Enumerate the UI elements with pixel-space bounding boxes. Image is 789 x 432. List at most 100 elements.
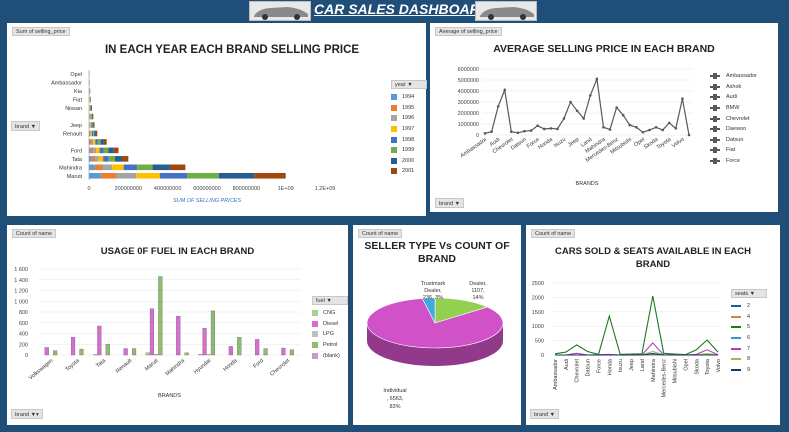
x-tick-label: Isuzu xyxy=(553,137,567,149)
legend-item[interactable]: 6 xyxy=(731,333,767,344)
y-tick-label: Ford xyxy=(71,148,82,154)
car-image-right xyxy=(475,1,537,21)
legend-label: 7 xyxy=(747,345,751,352)
x-tick-label: 800000000 xyxy=(233,186,261,192)
data-point xyxy=(635,126,638,129)
bar-segment xyxy=(254,172,286,179)
legend-item[interactable]: Ashok xyxy=(710,82,757,93)
legend-item[interactable]: 1994 xyxy=(391,92,427,103)
data-point xyxy=(542,127,546,131)
y-tick-label: Renault xyxy=(63,131,82,137)
legend-item[interactable]: 2000 xyxy=(391,156,427,167)
bar-segment xyxy=(89,172,101,179)
legend-swatch xyxy=(391,136,397,143)
y-tick-label: Opel xyxy=(70,72,82,78)
bar-segment xyxy=(91,113,93,120)
legend-item[interactable]: 7 xyxy=(731,343,767,354)
y-tick-label: 1 600 xyxy=(14,267,28,273)
legend-item[interactable]: Daewoo xyxy=(710,124,757,135)
column-bar xyxy=(237,337,242,356)
column-bar xyxy=(145,352,150,356)
legend-swatch xyxy=(731,368,741,371)
x-tick-label: Honda xyxy=(607,358,613,375)
legend-swatch xyxy=(391,115,397,122)
legend-label: 2001 xyxy=(402,168,415,175)
pie-data-label: Trustmark xyxy=(421,281,446,287)
bar-segment xyxy=(90,122,91,128)
y-tick-label: 1000 xyxy=(532,324,544,330)
y-tick-label: 2000000 xyxy=(458,111,479,117)
y-tick-label: 1000000 xyxy=(458,122,479,128)
data-point xyxy=(562,117,566,120)
series-line xyxy=(484,76,690,136)
legend-item[interactable]: 1997 xyxy=(391,124,427,135)
legend-item[interactable]: LPG xyxy=(312,329,348,340)
legend-item[interactable]: CNG xyxy=(312,308,348,319)
legend-swatch xyxy=(731,305,741,308)
legend-header[interactable]: fuel ▼ xyxy=(312,296,348,305)
legend-swatch xyxy=(312,352,318,359)
legend-item[interactable]: Datsun xyxy=(710,135,757,146)
legend-item[interactable]: 1998 xyxy=(391,134,427,145)
legend-item[interactable]: Ambassador xyxy=(710,71,757,82)
x-tick-label: Renault xyxy=(115,358,134,375)
column-bar xyxy=(289,349,294,356)
data-point xyxy=(529,129,533,132)
data-point xyxy=(569,100,572,104)
legend-label: 1994 xyxy=(402,94,415,101)
x-tick-label: Toyota xyxy=(656,136,673,151)
y-tick-label: Ambassador xyxy=(51,81,82,87)
legend-item[interactable]: (blank) xyxy=(312,350,348,361)
x-tick-label: Chevrolet xyxy=(575,359,581,383)
bar-segment xyxy=(94,164,103,171)
legend-item[interactable]: Petrol xyxy=(312,340,348,351)
legend-item[interactable]: 4 xyxy=(731,312,767,323)
data-point xyxy=(661,128,664,132)
y-tick-label: 0 xyxy=(476,133,479,139)
y-tick-label: 1500 xyxy=(532,310,544,316)
bar-segment xyxy=(90,105,92,111)
legend-item[interactable]: Audi xyxy=(710,92,757,103)
x-tick-label: Tata xyxy=(95,357,108,369)
y-tick-label: Tata xyxy=(72,157,83,163)
legend-swatch xyxy=(391,126,397,133)
legend-item[interactable]: Chevrolet xyxy=(710,113,757,124)
legend-label: 1995 xyxy=(402,104,415,111)
x-tick-label: Ford xyxy=(252,358,265,370)
legend-item[interactable]: 2 xyxy=(731,301,767,312)
legend-item[interactable]: 9 xyxy=(731,365,767,376)
pie-chart-plot: Dealer,1107,14%TrustmarkDealer,236, 3%In… xyxy=(366,281,504,410)
x-tick-label: Toyota xyxy=(64,357,81,373)
legend-item[interactable]: 1995 xyxy=(391,103,427,114)
legend-label: Audi xyxy=(726,94,738,101)
legend-item[interactable]: 2001 xyxy=(391,166,427,177)
legend-header[interactable]: seats ▼ xyxy=(731,289,767,298)
legend-item[interactable]: BMW xyxy=(710,103,757,114)
pie-data-label: Dealer, xyxy=(424,288,442,294)
bar-segment xyxy=(102,164,113,171)
bar-segment xyxy=(152,164,170,171)
data-point xyxy=(615,106,618,109)
x-tick-label: Volkswagen xyxy=(28,358,54,381)
legend-label: 9 xyxy=(747,366,751,373)
legend-header[interactable]: year ▼ xyxy=(391,80,427,89)
legend-swatch xyxy=(731,326,741,329)
bar-segment xyxy=(89,156,92,162)
legend-item[interactable]: 5 xyxy=(731,322,767,333)
legend-item[interactable]: 1996 xyxy=(391,113,427,124)
data-point xyxy=(483,132,487,135)
column-bar xyxy=(210,310,216,356)
legend-item[interactable]: Force xyxy=(710,156,757,167)
legend-item[interactable]: Diesel xyxy=(312,319,348,330)
column-bar xyxy=(255,339,260,356)
x-tick-label: Honda xyxy=(537,136,554,151)
bar-segment xyxy=(90,113,91,120)
legend-item[interactable]: 8 xyxy=(731,354,767,365)
data-point xyxy=(516,131,520,135)
bar-segment xyxy=(123,164,138,171)
legend-item[interactable]: 1999 xyxy=(391,145,427,156)
y-tick-label: 4000000 xyxy=(458,89,479,95)
column-bar xyxy=(281,347,286,356)
legend-item[interactable]: Fiat xyxy=(710,145,757,156)
bar-segment xyxy=(122,156,129,162)
